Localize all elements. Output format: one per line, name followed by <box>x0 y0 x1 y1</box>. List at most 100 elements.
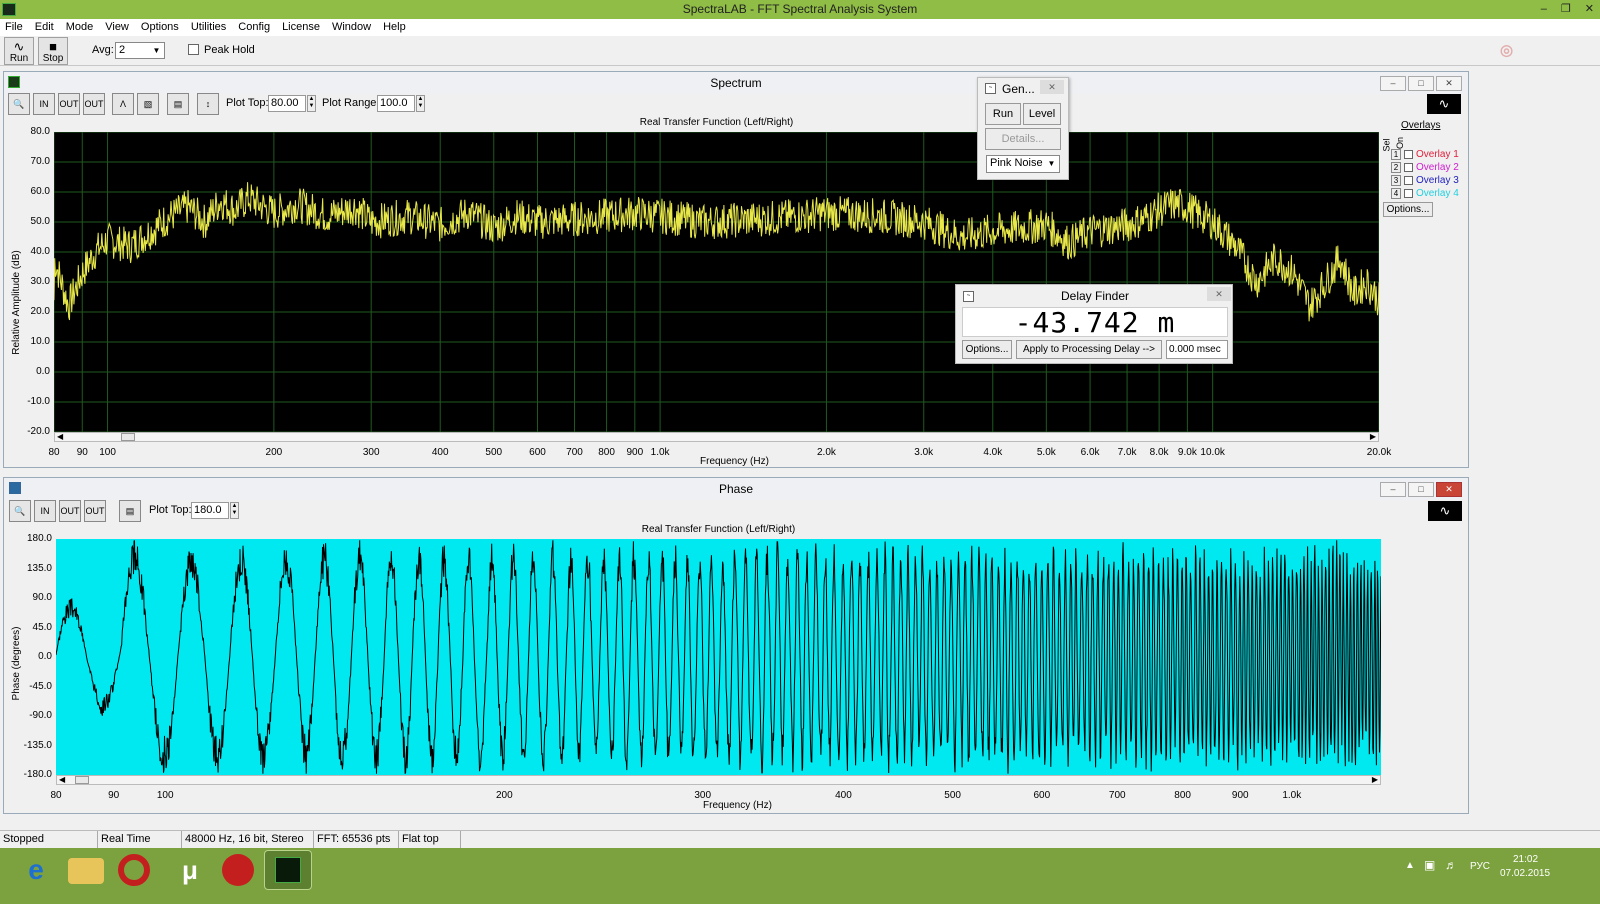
phase-window-icon[interactable] <box>9 482 21 494</box>
spectrum-horizontal-scrollbar[interactable]: ◀ ▶ <box>54 432 1379 442</box>
tray-up-icon[interactable]: ▲ <box>1405 860 1415 871</box>
spectrum-x-tick-label: 3.0k <box>914 447 934 458</box>
spectralab-icon <box>275 857 301 883</box>
close-icon[interactable]: ✕ <box>1040 80 1064 94</box>
spectrum-x-tick-label: 100 <box>99 447 116 458</box>
maximize-icon[interactable]: □ <box>1408 76 1434 91</box>
close-icon[interactable]: ✕ <box>1585 0 1594 19</box>
generator-run-button[interactable]: Run <box>985 103 1021 125</box>
menu-edit[interactable]: Edit <box>30 19 61 36</box>
properties-icon[interactable]: ▤ <box>119 500 141 522</box>
language-indicator[interactable]: РУС <box>1470 861 1490 872</box>
menu-license[interactable]: License <box>277 19 327 36</box>
plot-top-spinner[interactable]: ▲ ▼ <box>307 95 316 112</box>
display-mode-icon[interactable]: ∿ <box>1428 501 1462 521</box>
overlay-select[interactable]: 2 <box>1391 162 1401 173</box>
overlay-on-checkbox[interactable] <box>1404 163 1413 172</box>
menu-config[interactable]: Config <box>233 19 277 36</box>
restore-icon[interactable]: ❐ <box>1561 0 1571 19</box>
spectrum-x-tick-label: 300 <box>362 447 380 458</box>
phase-plot[interactable] <box>56 539 1381 775</box>
network-icon[interactable]: ▣ <box>1424 858 1435 872</box>
utorrent-icon[interactable]: μ <box>172 852 208 888</box>
overlay-row[interactable]: 3 Overlay 3 <box>1391 175 1459 186</box>
phase-x-tick-label: 400 <box>835 790 852 801</box>
menu-options[interactable]: Options <box>136 19 186 36</box>
zoom-icon[interactable]: 🔍 <box>8 93 30 115</box>
app-icon[interactable] <box>2 3 16 16</box>
phase-plot-top-spinner[interactable]: ▲ ▼ <box>230 502 239 519</box>
overlay-select[interactable]: 4 <box>1391 188 1401 199</box>
phase-title: Phase <box>718 482 754 496</box>
minimize-icon[interactable]: – <box>1541 0 1547 19</box>
close-icon[interactable]: ✕ <box>1436 76 1462 91</box>
scale-icon[interactable]: ↕ <box>197 93 219 115</box>
menu-window[interactable]: Window <box>327 19 378 36</box>
maximize-icon[interactable]: □ <box>1408 482 1434 497</box>
minimize-icon[interactable]: – <box>1380 76 1406 91</box>
menu-utilities[interactable]: Utilities <box>186 19 233 36</box>
menu-help[interactable]: Help <box>378 19 413 36</box>
overlay-select[interactable]: 1 <box>1391 149 1401 160</box>
zoom-icon[interactable]: 🔍 <box>9 500 31 522</box>
zoom-out-full-button[interactable]: OUT FULL <box>84 500 106 522</box>
menu-file[interactable]: File <box>0 19 30 36</box>
scroll-right-icon[interactable]: ▶ <box>1370 432 1376 441</box>
close-icon[interactable]: ✕ <box>1207 287 1231 301</box>
run-button[interactable]: ∿ Run <box>4 37 34 65</box>
plot-top-input[interactable]: 80.00 <box>268 95 306 112</box>
peak-hold-checkbox[interactable] <box>188 44 199 55</box>
phase-horizontal-scrollbar[interactable]: ◀ ▶ <box>56 775 1381 785</box>
overlay-row[interactable]: 4 Overlay 4 <box>1391 188 1459 199</box>
zoom-out-2x-button[interactable]: OUT 2X <box>59 500 81 522</box>
clock-date[interactable]: 07.02.2015 <box>1500 868 1550 879</box>
overlay-on-checkbox[interactable] <box>1404 150 1413 159</box>
spectrum-window-icon[interactable] <box>8 76 20 88</box>
plot-range-input[interactable]: 100.0 <box>377 95 415 112</box>
display-mode-icon[interactable]: ∿ <box>1427 94 1461 114</box>
overlays-options-button[interactable]: Options... <box>1383 202 1433 217</box>
spectralab-taskbar-button[interactable] <box>264 850 312 890</box>
overlay-label: Overlay 1 <box>1416 149 1459 160</box>
opera-icon[interactable] <box>118 854 150 886</box>
menu-view[interactable]: View <box>100 19 136 36</box>
phase-title-bar: Phase <box>4 478 1468 500</box>
overlay-on-checkbox[interactable] <box>1404 189 1413 198</box>
zoom-out-2x-button[interactable]: OUT 2X <box>58 93 80 115</box>
scroll-right-icon[interactable]: ▶ <box>1372 775 1378 784</box>
volume-icon[interactable]: ♬ <box>1445 858 1457 872</box>
scroll-left-icon[interactable]: ◀ <box>57 432 63 441</box>
delay-options-button[interactable]: Options... <box>962 340 1012 359</box>
overlay-row[interactable]: 2 Overlay 2 <box>1391 162 1459 173</box>
clock-time[interactable]: 21:02 <box>1513 854 1538 865</box>
file-explorer-icon[interactable] <box>68 858 104 884</box>
overlay-select[interactable]: 3 <box>1391 175 1401 186</box>
generator-level-button[interactable]: Level <box>1023 103 1061 125</box>
internet-explorer-icon[interactable]: e <box>18 852 54 888</box>
close-icon[interactable]: ✕ <box>1436 482 1462 497</box>
phase-plot-top-input[interactable]: 180.0 <box>191 502 229 519</box>
spectrum-plot[interactable] <box>54 132 1379 432</box>
generator-details-button[interactable]: Details... <box>985 128 1061 150</box>
opera-alt-icon[interactable] <box>222 854 254 886</box>
menu-mode[interactable]: Mode <box>61 19 101 36</box>
stop-button[interactable]: ■ Stop <box>38 37 68 65</box>
peak-marker-icon[interactable]: Λ <box>112 93 134 115</box>
overlay-on-checkbox[interactable] <box>1404 176 1413 185</box>
zoom-out-full-button[interactable]: OUT FULL <box>83 93 105 115</box>
apply-processing-delay-button[interactable]: Apply to Processing Delay --> <box>1016 340 1162 359</box>
scroll-thumb[interactable] <box>121 433 135 441</box>
scroll-thumb[interactable] <box>75 776 89 784</box>
phase-x-tick-label: 1.0k <box>1282 790 1302 801</box>
generator-icon: ~ <box>985 83 996 94</box>
overlay-row[interactable]: 1 Overlay 1 <box>1391 149 1459 160</box>
plot-range-spinner[interactable]: ▲ ▼ <box>416 95 425 112</box>
zoom-in-2x-button[interactable]: IN 2X <box>34 500 56 522</box>
bar-display-icon[interactable]: ▧ <box>137 93 159 115</box>
minimize-icon[interactable]: – <box>1380 482 1406 497</box>
avg-select[interactable]: 2 ▼ <box>115 42 165 59</box>
scroll-left-icon[interactable]: ◀ <box>59 775 65 784</box>
generator-signal-select[interactable]: Pink Noise ▼ <box>986 155 1060 173</box>
zoom-in-2x-button[interactable]: IN 2X <box>33 93 55 115</box>
properties-icon[interactable]: ▤ <box>167 93 189 115</box>
